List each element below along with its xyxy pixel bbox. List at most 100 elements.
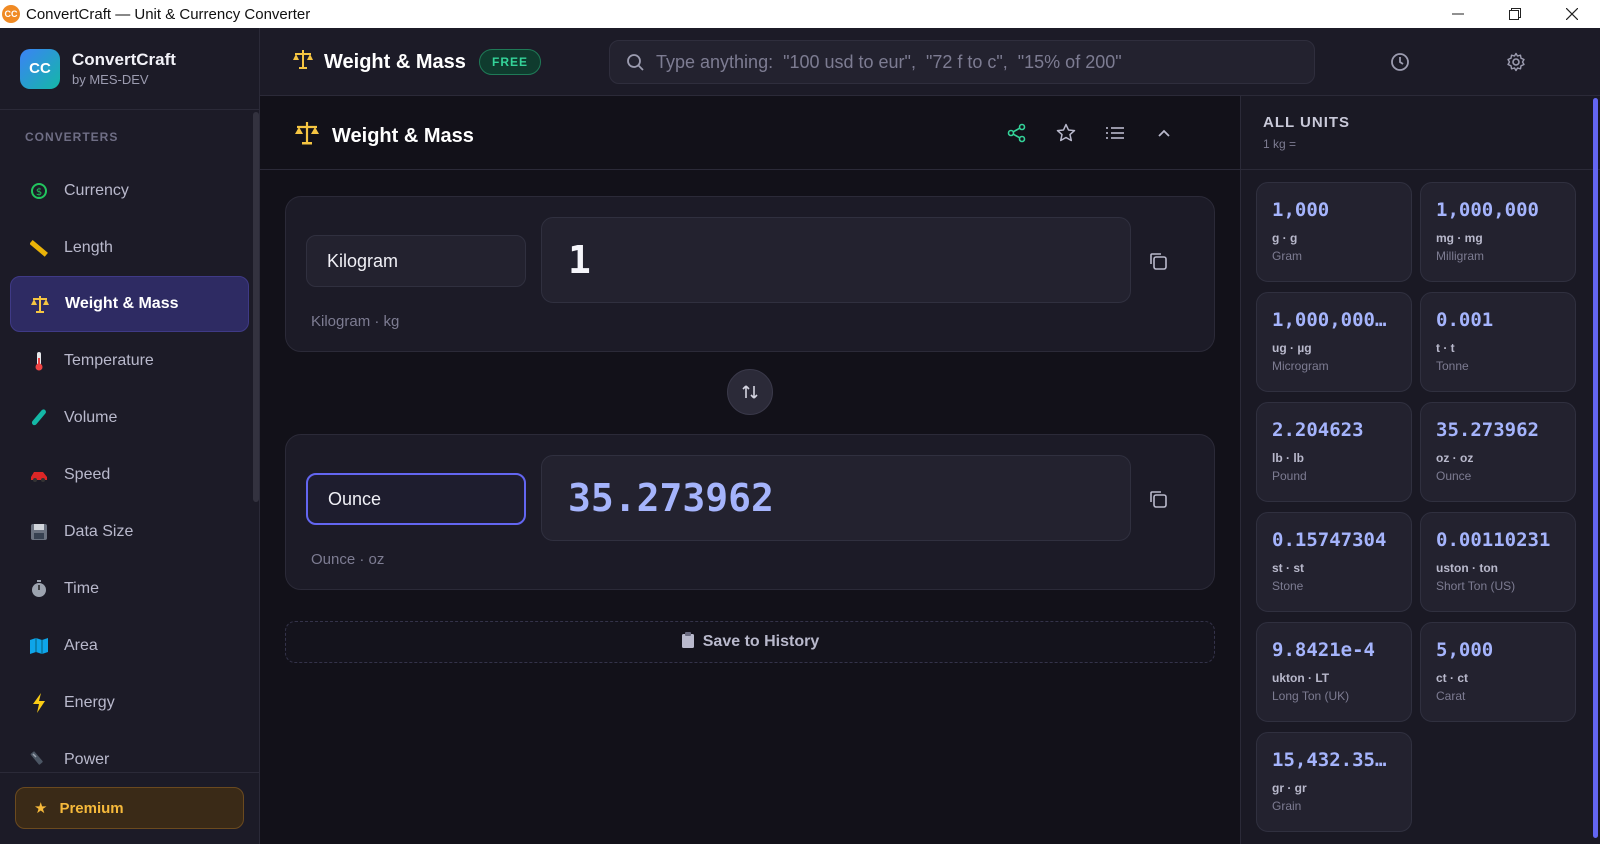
list-view-button[interactable] [1103,121,1127,145]
premium-button[interactable]: ★ Premium [15,787,244,829]
unit-card-value: 1,000,000 [1436,199,1539,221]
history-button[interactable] [1388,50,1412,74]
unit-card-name: Microgram [1272,359,1329,373]
unit-card-tonne[interactable]: 0.001 t · t Tonne [1420,292,1576,392]
restore-button[interactable] [1486,0,1543,28]
test-tube-icon [28,407,50,429]
clipboard-icon [681,631,695,653]
unit-card-name: Pound [1272,469,1307,483]
all-units-header: ALL UNITS 1 kg = [1241,96,1600,170]
settings-button[interactable] [1504,50,1528,74]
unit-card-grain[interactable]: 15,432.35… gr · gr Grain [1256,732,1412,832]
brand: CC ConvertCraft by MES-DEV [0,28,259,110]
unit-card-symbol: t · t [1436,341,1455,355]
currency-icon: $ [28,180,50,202]
window-title: ConvertCraft — Unit & Currency Converter [26,5,311,23]
brand-author: by MES-DEV [72,72,149,87]
converter-header: Weight & Mass [260,96,1240,170]
swap-units-button[interactable] [727,369,773,415]
unit-card-symbol: st · st [1272,561,1305,575]
unit-card-name: Long Ton (UK) [1272,689,1350,703]
list-icon [1106,127,1124,139]
search-input[interactable] [656,51,1296,73]
thermometer-icon [28,350,50,372]
all-units-panel: ALL UNITS 1 kg = 1,000 g · g Gram 1,000,… [1240,96,1600,844]
close-button[interactable] [1543,0,1600,28]
sidebar-item-label: Speed [64,465,111,483]
page-title-text: Weight & Mass [324,50,466,73]
sidebar-item-time[interactable]: Time [0,560,259,617]
premium-label: Premium [59,799,124,817]
unit-card-carat[interactable]: 5,000 ct · ct Carat [1420,622,1576,722]
unit-card-stone[interactable]: 0.15747304 st · st Stone [1256,512,1412,612]
unit-card-value: 1,000,000… [1272,309,1387,331]
sidebar-item-weight-mass[interactable]: Weight & Mass [10,276,249,332]
sidebar-item-speed[interactable]: Speed [0,446,259,503]
swap-icon [742,385,758,399]
to-unit-caption: Ounce · oz [311,551,385,568]
from-unit-caption: Kilogram · kg [311,313,400,330]
favorite-button[interactable] [1054,121,1078,145]
sidebar-item-volume[interactable]: Volume [0,389,259,446]
unit-card-value: 0.15747304 [1272,529,1387,551]
sidebar-item-area[interactable]: Area [0,617,259,674]
copy-from-button[interactable] [1146,249,1170,273]
unit-card-value: 1,000 [1272,199,1330,221]
to-unit-select[interactable]: Ounce [306,473,526,525]
unit-card-microgram[interactable]: 1,000,000… ug · µg Microgram [1256,292,1412,392]
all-units-subtitle: 1 kg = [1263,137,1297,151]
sidebar-item-energy[interactable]: Energy [0,674,259,731]
chevron-up-icon [1158,129,1170,137]
star-icon: ★ [34,800,48,817]
page-title: Weight & Mass [292,48,466,76]
sidebar-item-temperature[interactable]: Temperature [0,332,259,389]
sidebar-item-label: Energy [64,693,115,711]
sidebar-item-label: Area [64,636,98,654]
to-value-output[interactable]: 35.273962 [541,455,1131,541]
unit-card-name: Gram [1272,249,1302,263]
converter-title-text: Weight & Mass [332,124,474,147]
unit-card-symbol: ukton · LT [1272,671,1330,685]
search-bar[interactable] [609,40,1315,84]
all-units-scrollbar[interactable] [1593,98,1598,838]
unit-card-symbol: g · g [1272,231,1298,245]
unit-card-pound[interactable]: 2.204623 lb · lb Pound [1256,402,1412,502]
sidebar-scrollbar[interactable] [253,112,259,502]
sidebar: CC ConvertCraft by MES-DEV CONVERTERS $ … [0,28,260,844]
unit-card-name: Carat [1436,689,1466,703]
share-button[interactable] [1005,121,1029,145]
scale-icon [292,48,314,76]
copy-to-button[interactable] [1146,487,1170,511]
ruler-icon [28,237,50,259]
stopwatch-icon [28,578,50,600]
sidebar-item-data-size[interactable]: Data Size [0,503,259,560]
save-to-history-button[interactable]: Save to History [285,621,1215,663]
unit-card-long-ton[interactable]: 9.8421e-4 ukton · LT Long Ton (UK) [1256,622,1412,722]
gear-icon [1507,52,1525,72]
sidebar-item-currency[interactable]: $ Currency [0,162,259,219]
unit-card-milligram[interactable]: 1,000,000 mg · mg Milligram [1420,182,1576,282]
copy-icon [1150,491,1167,508]
unit-card-gram[interactable]: 1,000 g · g Gram [1256,182,1412,282]
converter-panel: Weight & Mass Kilogram 1 Kilogram · kg O… [260,96,1240,844]
collapse-button[interactable] [1152,121,1176,145]
from-value-input[interactable]: 1 [541,217,1131,303]
sidebar-item-label: Data Size [64,522,134,540]
unit-card-name: Milligram [1436,249,1484,263]
unit-card-value: 0.001 [1436,309,1494,331]
unit-card-value: 35.273962 [1436,419,1539,441]
minimize-icon [1451,13,1464,15]
unit-card-symbol: lb · lb [1272,451,1304,465]
sidebar-item-length[interactable]: Length [0,219,259,276]
unit-card-symbol: uston · ton [1436,561,1498,575]
svg-text:$: $ [36,187,42,198]
sidebar-item-label: Temperature [64,351,154,369]
minimize-button[interactable] [1429,0,1486,28]
from-unit-select[interactable]: Kilogram [306,235,526,287]
unit-card-name: Stone [1272,579,1304,593]
unit-card-short-ton[interactable]: 0.00110231 uston · ton Short Ton (US) [1420,512,1576,612]
unit-card-symbol: ug · µg [1272,341,1312,355]
premium-area: ★ Premium [0,772,260,844]
unit-card-ounce[interactable]: 35.273962 oz · oz Ounce [1420,402,1576,502]
unit-card-symbol: mg · mg [1436,231,1483,245]
